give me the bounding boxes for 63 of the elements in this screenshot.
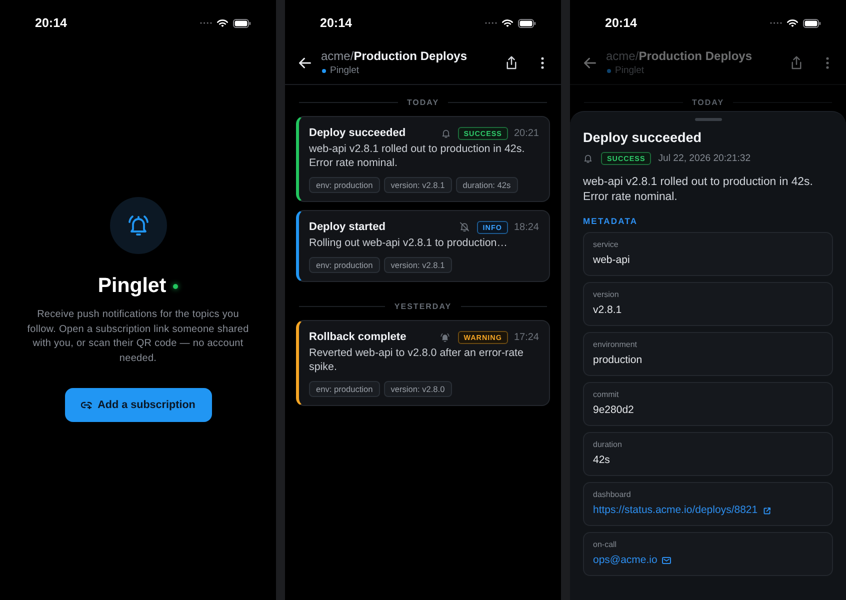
add-subscription-button[interactable]: Add a subscription	[64, 388, 212, 422]
metadata-label: duration	[593, 440, 622, 450]
topic-source: Pinglet	[615, 64, 644, 77]
metadata-label: dashboard	[593, 490, 631, 500]
notification-time: 20:21	[514, 128, 539, 138]
sheet-title: Deploy succeeded	[583, 129, 702, 146]
notification-time: 18:24	[514, 222, 539, 232]
section-label: TODAY	[692, 97, 724, 108]
section-label: YESTERDAY	[394, 301, 452, 312]
battery-icon	[518, 18, 536, 28]
dot-icon	[322, 68, 326, 72]
status-time: 20:14	[605, 14, 637, 32]
share-icon[interactable]	[506, 56, 517, 70]
topic-title: acme/Production Deploys	[606, 49, 752, 64]
metadata-value: 42s	[593, 453, 610, 468]
metadata-value: production	[593, 353, 642, 368]
status-time: 20:14	[35, 14, 67, 32]
sheet-body: web-api v2.8.1 rolled out to production in 42s. Error rate nominal.	[583, 175, 814, 205]
metadata-value: 9e280d2	[593, 403, 634, 418]
wifi-icon	[217, 19, 228, 27]
notification-title: Deploy succeeded	[309, 127, 407, 139]
notification-body: Rolling out web-api v2.8.1 to production…	[309, 236, 508, 250]
app-name: Pinglet	[98, 273, 166, 299]
notification-body: Reverted web-api to v2.8.0 after an error-rate spike.	[309, 346, 524, 374]
notification-time: 17:24	[514, 332, 539, 342]
status-time: 20:14	[320, 14, 352, 32]
metadata-label: environment	[593, 340, 638, 350]
tag: version: v2.8.0	[384, 381, 452, 397]
wifi-icon	[787, 19, 798, 27]
tag: duration: 42s	[456, 177, 518, 193]
metadata-value: web-api	[593, 253, 630, 268]
mail-icon[interactable]	[662, 557, 672, 564]
topic-title: acme/Production Deploys	[321, 49, 468, 64]
drag-handle[interactable]	[694, 118, 722, 121]
tag: env: production	[309, 257, 380, 273]
metadata-value: v2.8.1	[593, 303, 622, 318]
external-link-icon[interactable]	[762, 506, 771, 514]
metadata-label: on-call	[593, 540, 617, 550]
timestamp: Jul 22, 2026 20:21:32	[658, 152, 751, 164]
metadata-label: commit	[593, 390, 619, 400]
topic-source: Pinglet	[330, 64, 360, 77]
tag: version: v2.8.1	[384, 177, 452, 193]
metadata-label: version	[593, 290, 619, 300]
more-options-icon[interactable]	[541, 57, 544, 69]
notification-title: Deploy started	[309, 221, 386, 233]
tag: version: v2.8.1	[384, 257, 452, 273]
notification-body: web-api v2.8.1 rolled out to production in 42s. Error rate nominal.	[309, 142, 526, 170]
section-label: TODAY	[406, 97, 440, 108]
email-link[interactable]: ops@acme.io	[593, 553, 658, 568]
tag: env: production	[309, 177, 380, 193]
notification-title: Rollback complete	[309, 331, 408, 343]
metadata-heading: METADATA	[583, 216, 638, 227]
battery-icon	[803, 18, 821, 28]
back-arrow-icon[interactable]	[299, 57, 311, 69]
battery-icon	[233, 18, 251, 28]
wifi-icon	[502, 19, 513, 27]
welcome-description: Receive push notifications for the topics you follow. Open a subscription link someone shared with you, or scan their QR code — no account needed.	[26, 308, 250, 366]
bell-icon	[110, 197, 166, 254]
metadata-label: service	[593, 240, 618, 250]
url-link[interactable]: https://status.acme.io/deploys/8821	[593, 503, 758, 518]
tag: env: production	[309, 381, 380, 397]
link-icon	[80, 401, 92, 409]
dot-icon	[607, 68, 611, 72]
